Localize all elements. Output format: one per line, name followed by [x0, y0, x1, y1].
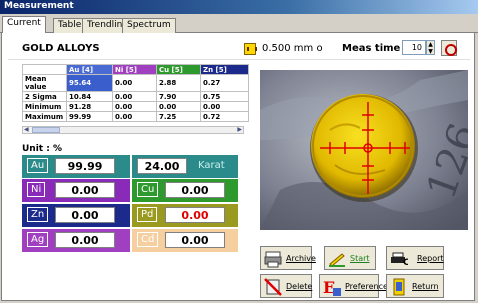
- element-cell-au: Au 99.99: [22, 155, 130, 178]
- table-row: Maximum 99.99 0.00 7.25 0.72: [22, 111, 249, 122]
- element-cell-pd: Pd 0.00: [132, 204, 238, 227]
- karat-value: 24.00: [137, 158, 187, 174]
- element-value-ag: 0.00: [55, 232, 115, 248]
- spin-down-icon[interactable]: ▼: [427, 48, 434, 55]
- statistics-table: Au [4] Ni [5] Cu [5] Zn [5] Mean value 9…: [22, 64, 249, 122]
- start-icon: [329, 253, 345, 267]
- header-divider: [8, 59, 470, 60]
- tab-current[interactable]: Current: [2, 16, 46, 33]
- table-cell[interactable]: 10.84: [66, 91, 113, 102]
- preference-button[interactable]: E Preference: [319, 274, 388, 298]
- scroll-right-icon[interactable]: ▶: [237, 126, 242, 133]
- sample-camera-image: 126: [260, 70, 468, 230]
- start-label: Start: [350, 254, 370, 263]
- sample-photo-svg: 126: [260, 70, 468, 230]
- preference-icon: E: [323, 278, 341, 296]
- start-button[interactable]: Start: [324, 246, 376, 270]
- column-header-au[interactable]: Au [4]: [66, 64, 113, 75]
- table-cell[interactable]: 2.88: [156, 74, 201, 92]
- archive-button[interactable]: Archive: [260, 246, 316, 270]
- table-cell[interactable]: 0.27: [200, 74, 249, 92]
- report-button[interactable]: C Report: [386, 246, 444, 270]
- delete-icon: [264, 278, 282, 296]
- element-symbol-zn: Zn: [27, 207, 49, 222]
- return-button[interactable]: Return: [386, 274, 444, 298]
- table-header-row: Au [4] Ni [5] Cu [5] Zn [5]: [22, 64, 249, 75]
- table-cell[interactable]: 0.00: [156, 101, 201, 112]
- element-symbol-pd: Pd: [137, 207, 158, 222]
- scrollbar-thumb[interactable]: [32, 127, 60, 133]
- element-cell-cd: Cd 0.00: [132, 229, 238, 252]
- table-row: Minimum 91.28 0.00 0.00 0.00: [22, 101, 249, 112]
- preference-label: Preference: [345, 282, 388, 291]
- title-bar: Measurement: [0, 0, 478, 14]
- element-value-au: 99.99: [55, 158, 115, 174]
- element-value-zn: 0.00: [55, 207, 115, 223]
- tab-bar: Current Table Trendline Spectrum: [0, 16, 478, 33]
- scroll-left-icon[interactable]: ◀: [24, 126, 29, 133]
- table-cell[interactable]: 7.90: [156, 91, 201, 102]
- table-corner: [22, 64, 67, 75]
- column-header-cu[interactable]: Cu [5]: [156, 64, 201, 75]
- table-cell[interactable]: 0.00: [112, 74, 157, 92]
- row-label: Minimum: [22, 101, 67, 112]
- tab-spectrum[interactable]: Spectrum: [122, 18, 176, 33]
- report-label: Report: [417, 254, 444, 263]
- element-symbol-cd: Cd: [137, 232, 159, 247]
- return-icon: [393, 278, 405, 296]
- return-label: Return: [412, 282, 439, 291]
- element-symbol-ni: Ni: [27, 182, 46, 197]
- element-symbol-ag: Ag: [27, 232, 49, 247]
- table-cell[interactable]: 0.00: [112, 91, 157, 102]
- element-cell-ni: Ni 0.00: [22, 179, 130, 202]
- karat-cell: 24.00 Karat: [132, 155, 238, 178]
- table-cell-selected[interactable]: 95.64: [66, 74, 113, 92]
- meas-time-label: Meas time: [342, 43, 401, 54]
- element-value-ni: 0.00: [55, 182, 115, 198]
- column-header-zn[interactable]: Zn [5]: [200, 64, 249, 75]
- table-cell[interactable]: 0.00: [200, 101, 249, 112]
- report-print-icon: C: [391, 252, 408, 268]
- archive-label: Archive: [286, 254, 316, 263]
- table-row: 2 Sigma 10.84 0.00 7.90 0.75: [22, 91, 249, 102]
- meas-time-spinner[interactable]: ▲ ▼: [426, 40, 435, 55]
- delete-button[interactable]: Delete: [260, 274, 312, 298]
- archive-printer-icon: [264, 251, 282, 268]
- gold-sample: [311, 94, 415, 198]
- spin-up-icon[interactable]: ▲: [427, 41, 434, 48]
- element-symbol-au: Au: [27, 158, 49, 173]
- meas-time-input[interactable]: 10: [402, 40, 426, 55]
- thickness-gauge-icon[interactable]: [244, 43, 257, 55]
- table-cell[interactable]: 0.75: [200, 91, 249, 102]
- table-cell[interactable]: 0.00: [112, 101, 157, 112]
- table-cell[interactable]: 0.72: [200, 111, 249, 122]
- element-cell-zn: Zn 0.00: [22, 204, 130, 227]
- delete-label: Delete: [286, 282, 313, 291]
- table-row: Mean value 95.64 0.00 2.88 0.27: [22, 74, 249, 92]
- element-value-cd: 0.00: [165, 232, 225, 248]
- svg-text:C: C: [403, 258, 408, 268]
- table-cell[interactable]: 7.25: [156, 111, 201, 122]
- table-cell[interactable]: 0.00: [112, 111, 157, 122]
- unit-label: Unit : %: [22, 144, 62, 154]
- row-label: Maximum: [22, 111, 67, 122]
- table-horizontal-scrollbar[interactable]: ◀ ▶: [22, 126, 244, 134]
- measure-target-icon[interactable]: [441, 40, 457, 56]
- window-title: Measurement: [4, 1, 74, 11]
- element-cell-ag: Ag 0.00: [22, 229, 130, 252]
- row-label: 2 Sigma: [22, 91, 67, 102]
- table-cell[interactable]: 99.99: [66, 111, 113, 122]
- alloy-name: GOLD ALLOYS: [22, 43, 100, 54]
- element-symbol-cu: Cu: [137, 182, 159, 197]
- element-value-cu: 0.00: [165, 182, 225, 198]
- element-value-pd: 0.00: [165, 207, 225, 223]
- element-cell-cu: Cu 0.00: [132, 179, 238, 202]
- table-cell[interactable]: 91.28: [66, 101, 113, 112]
- row-label: Mean value: [22, 74, 67, 92]
- thickness-value: 0.500 mm o: [262, 43, 323, 54]
- column-header-ni[interactable]: Ni [5]: [112, 64, 157, 75]
- karat-label: Karat: [198, 160, 225, 171]
